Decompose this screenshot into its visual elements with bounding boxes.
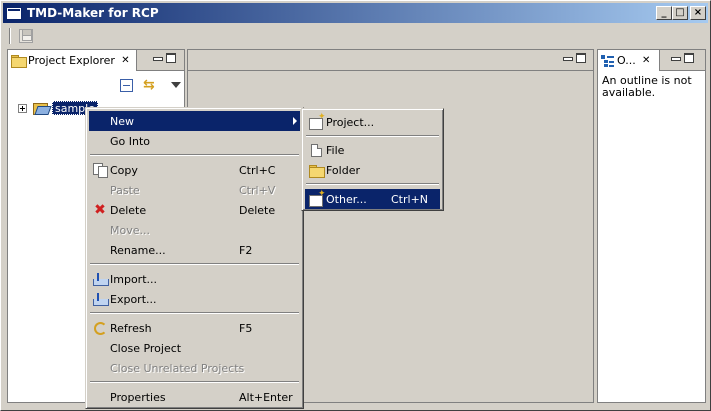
refresh-icon bbox=[92, 320, 108, 336]
menu-item-rename[interactable]: Rename... F2 bbox=[89, 240, 300, 260]
menu-item-label: Delete bbox=[110, 203, 147, 217]
menu-separator bbox=[90, 312, 299, 314]
outline-message: An outline is not available. bbox=[602, 74, 692, 99]
main-toolbar bbox=[3, 24, 708, 48]
explorer-view-controls bbox=[152, 53, 176, 63]
menu-item-accel: Ctrl+V bbox=[239, 183, 276, 197]
submenu-item-file[interactable]: File bbox=[305, 140, 440, 160]
project-folder-icon bbox=[33, 102, 49, 115]
minimize-view-button[interactable] bbox=[152, 53, 163, 63]
maximize-outline-button[interactable] bbox=[684, 53, 694, 63]
title-bar[interactable]: TMD-Maker for RCP _ □ × bbox=[3, 3, 708, 23]
new-folder-icon bbox=[308, 162, 325, 178]
menu-item-refresh[interactable]: Refresh F5 bbox=[89, 318, 300, 338]
maximize-view-button[interactable] bbox=[166, 53, 176, 63]
new-submenu: Project... File Folder Other... Ctrl+N bbox=[301, 108, 444, 211]
delete-icon: ✖ bbox=[94, 202, 106, 218]
menu-item-accel: F5 bbox=[239, 321, 253, 335]
menu-item-accel: Alt+Enter bbox=[239, 390, 293, 404]
menu-item-label: File bbox=[326, 143, 345, 157]
app-icon bbox=[6, 6, 22, 20]
tab-label: Project Explorer bbox=[28, 54, 115, 67]
menu-item-label: Project... bbox=[326, 115, 375, 129]
menu-item-label: Refresh bbox=[110, 321, 152, 335]
outline-header: O... ✕ bbox=[598, 50, 705, 71]
menu-item-label: Import... bbox=[110, 272, 157, 286]
toolbar-separator bbox=[9, 28, 11, 44]
window-title: TMD-Maker for RCP bbox=[27, 6, 159, 20]
submenu-item-folder[interactable]: Folder bbox=[305, 160, 440, 180]
menu-item-move[interactable]: Move... bbox=[89, 220, 300, 240]
menu-item-label: Move... bbox=[110, 223, 150, 237]
menu-item-label: Paste bbox=[110, 183, 140, 197]
submenu-arrow-icon bbox=[293, 117, 297, 125]
menu-item-close-project[interactable]: Close Project bbox=[89, 338, 300, 358]
new-file-icon bbox=[308, 142, 324, 158]
outline-panel: O... ✕ An outline is not available. bbox=[597, 49, 706, 403]
new-project-icon bbox=[308, 112, 326, 130]
new-other-icon bbox=[308, 189, 326, 207]
editor-view-controls bbox=[562, 53, 586, 63]
tab-project-explorer[interactable]: Project Explorer ✕ bbox=[8, 50, 137, 71]
submenu-item-other[interactable]: Other... Ctrl+N bbox=[305, 189, 440, 209]
menu-item-label: Folder bbox=[326, 163, 360, 177]
menu-item-accel: Ctrl+C bbox=[239, 163, 276, 177]
expand-icon[interactable] bbox=[18, 103, 27, 113]
minimize-outline-button[interactable] bbox=[670, 53, 681, 63]
minimize-editor-button[interactable] bbox=[562, 53, 573, 63]
menu-item-delete[interactable]: ✖ Delete Delete bbox=[89, 200, 300, 220]
menu-item-label: Other... bbox=[326, 192, 367, 206]
menu-item-label: New bbox=[110, 114, 134, 128]
folder-icon bbox=[11, 55, 27, 68]
menu-item-label: Rename... bbox=[110, 243, 166, 257]
collapse-all-icon[interactable] bbox=[120, 78, 133, 92]
close-button[interactable]: × bbox=[690, 6, 706, 20]
outline-view-controls bbox=[670, 53, 694, 63]
menu-separator bbox=[90, 154, 299, 156]
tab-outline[interactable]: O... ✕ bbox=[598, 50, 660, 71]
menu-item-label: Close Project bbox=[110, 341, 182, 355]
tab-close-icon[interactable]: ✕ bbox=[120, 55, 131, 66]
menu-separator bbox=[306, 183, 439, 185]
menu-item-paste[interactable]: Paste Ctrl+V bbox=[89, 180, 300, 200]
menu-item-go-into[interactable]: Go Into bbox=[89, 131, 300, 151]
menu-item-label: Export... bbox=[110, 292, 157, 306]
maximize-button[interactable]: □ bbox=[672, 6, 688, 20]
context-menu: New Go Into Copy Ctrl+C Paste Ctrl+V ✖ D… bbox=[85, 107, 304, 409]
menu-item-accel: Delete bbox=[239, 203, 276, 217]
explorer-header: Project Explorer ✕ bbox=[8, 50, 184, 71]
save-icon[interactable] bbox=[19, 29, 33, 43]
menu-item-label: Close Unrelated Projects bbox=[110, 361, 245, 375]
copy-icon bbox=[92, 162, 108, 178]
minimize-button[interactable]: _ bbox=[656, 6, 672, 20]
import-icon bbox=[92, 271, 109, 287]
menu-separator bbox=[90, 381, 299, 383]
menu-item-label: Go Into bbox=[110, 134, 151, 148]
menu-item-accel: F2 bbox=[239, 243, 253, 257]
view-menu-icon[interactable] bbox=[171, 82, 181, 88]
tab-label: O... bbox=[617, 54, 636, 67]
menu-item-copy[interactable]: Copy Ctrl+C bbox=[89, 160, 300, 180]
menu-item-new[interactable]: New bbox=[89, 111, 300, 131]
app-window: TMD-Maker for RCP _ □ × Project Explorer… bbox=[0, 0, 711, 411]
menu-item-accel: Ctrl+N bbox=[391, 192, 429, 206]
menu-item-export[interactable]: Export... bbox=[89, 289, 300, 309]
link-with-editor-icon[interactable]: ⇆ bbox=[143, 78, 159, 92]
explorer-toolbar: ⇆ bbox=[120, 78, 181, 92]
maximize-editor-button[interactable] bbox=[576, 53, 586, 63]
submenu-item-project[interactable]: Project... bbox=[305, 112, 440, 132]
menu-item-label: Properties bbox=[110, 390, 166, 404]
menu-separator bbox=[90, 263, 299, 265]
menu-separator bbox=[306, 135, 439, 137]
menu-item-import[interactable]: Import... bbox=[89, 269, 300, 289]
tab-close-icon[interactable]: ✕ bbox=[641, 55, 652, 66]
export-icon bbox=[92, 291, 109, 307]
menu-item-close-unrelated-projects[interactable]: Close Unrelated Projects bbox=[89, 358, 300, 378]
window-controls: _ □ × bbox=[656, 6, 706, 20]
outline-icon bbox=[601, 54, 614, 67]
menu-item-properties[interactable]: Properties Alt+Enter bbox=[89, 387, 300, 407]
editor-header bbox=[188, 50, 593, 71]
menu-item-label: Copy bbox=[110, 163, 138, 177]
